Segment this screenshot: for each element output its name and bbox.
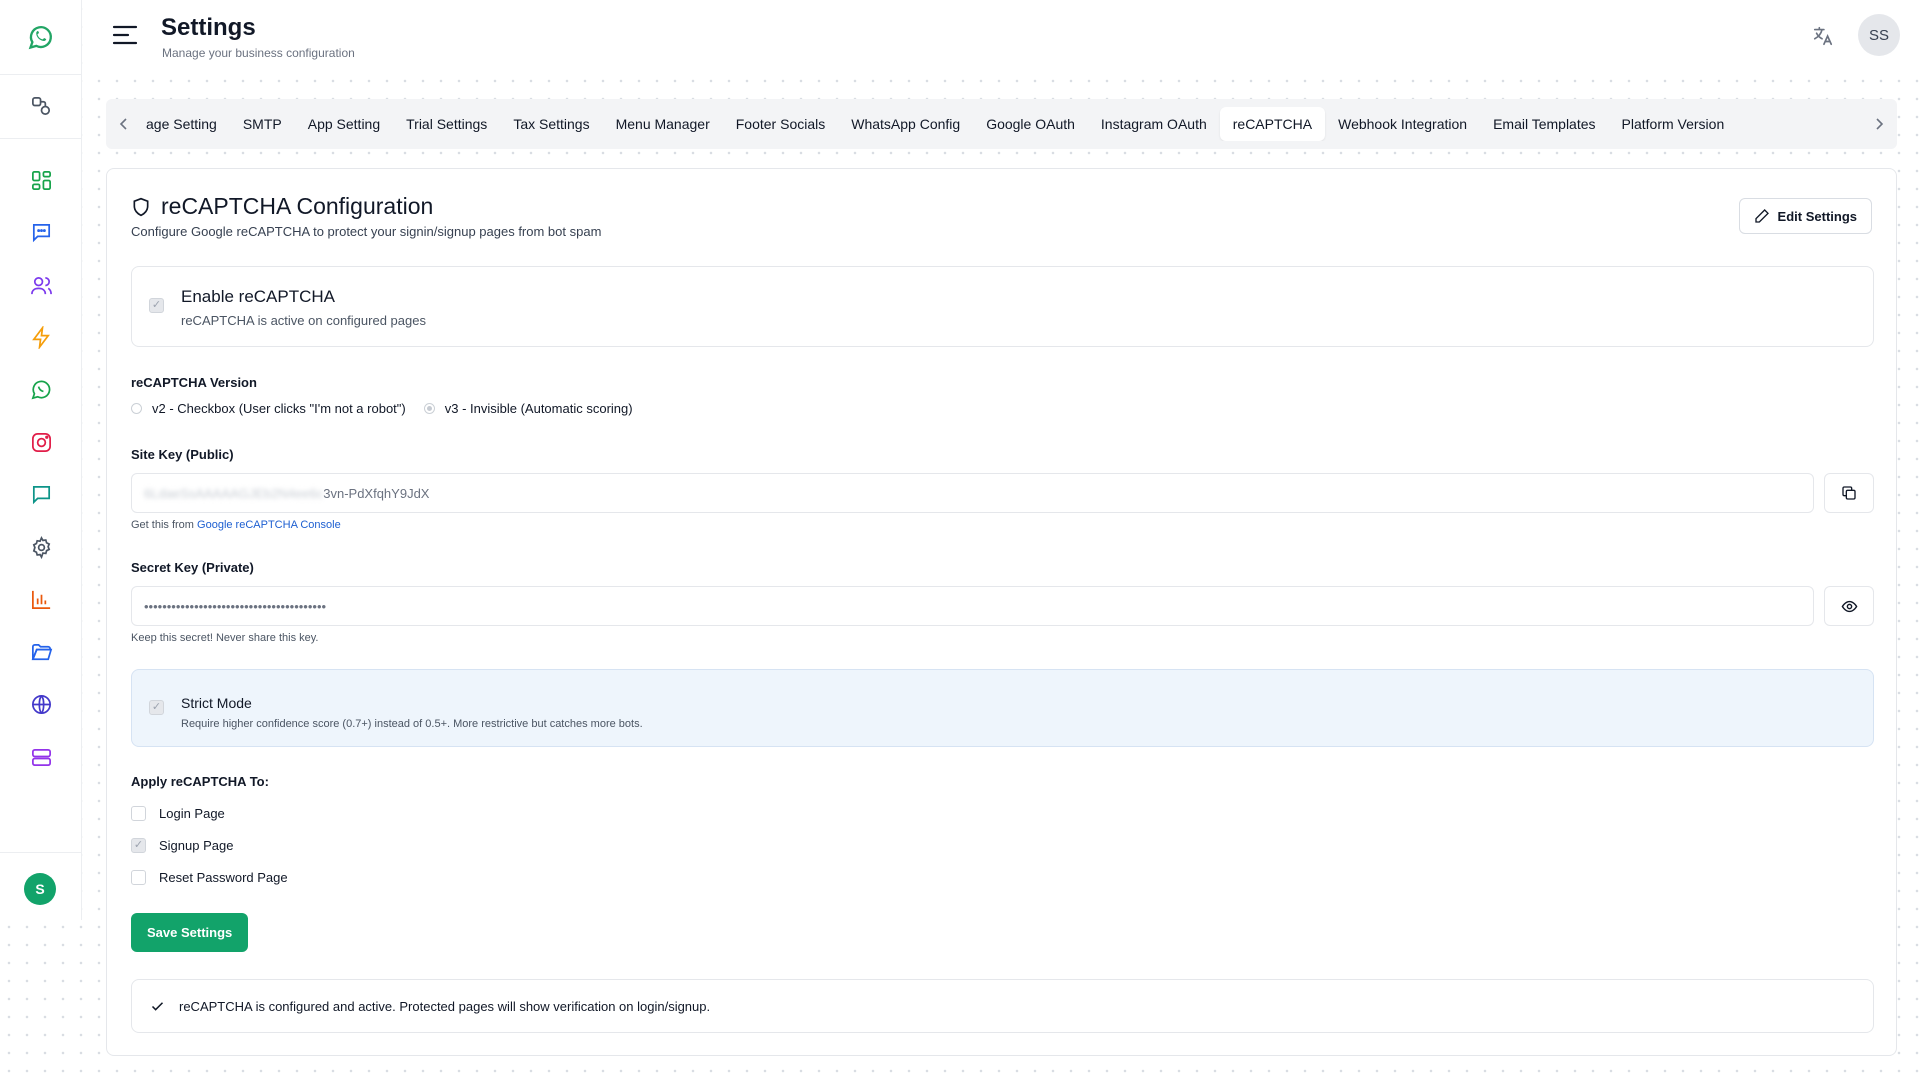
version-label: reCAPTCHA Version [131,375,257,390]
shapes-icon[interactable] [24,89,58,123]
server-icon[interactable] [24,740,58,774]
enable-description: reCAPTCHA is active on configured pages [181,313,426,328]
site-key-hint: Get this from Google reCAPTCHA Console [131,519,341,531]
lightning-icon[interactable] [24,320,58,354]
status-message: reCAPTCHA is configured and active. Prot… [179,998,711,1014]
sidebar: S [0,0,82,920]
card-description: Configure Google reCAPTCHA to protect yo… [131,224,602,239]
tab-email-templates[interactable]: Email Templates [1480,107,1608,141]
tab-tax-settings[interactable]: Tax Settings [500,107,602,141]
secret-key-hint: Keep this secret! Never share this key. [131,632,319,644]
copy-icon [1842,486,1856,500]
secret-key-value: •••••••••••••••••••••••••••••••••••••••• [144,598,327,614]
menu-icon[interactable] [111,22,139,48]
pencil-icon [1754,209,1769,223]
users-icon[interactable] [24,268,58,302]
tab-trial-settings[interactable]: Trial Settings [393,107,500,141]
tabs-scroll-left-icon[interactable] [106,99,142,149]
reset-password-checkbox[interactable] [131,870,146,885]
site-key-hint-text: Get this from [131,519,198,531]
bar-chart-icon[interactable] [24,582,58,616]
gear-icon[interactable] [24,530,58,564]
version-radio-group: v2 - Checkbox (User clicks "I'm not a ro… [131,401,633,416]
site-key-hidden: 6LdaeSsAAAAAGJEb2N4ee6c [144,485,324,501]
apply-label: Apply reCAPTCHA To: [131,774,269,789]
enable-recaptcha-box: Enable reCAPTCHA reCAPTCHA is active on … [131,266,1874,347]
card-title: reCAPTCHA Configuration [131,193,433,220]
save-settings-button[interactable]: Save Settings [131,913,249,952]
enable-title: Enable reCAPTCHA [181,287,336,306]
tabs-list: age Setting SMTP App Setting Trial Setti… [142,107,1861,141]
translate-icon[interactable] [1809,22,1837,50]
sidebar-avatar[interactable]: S [24,873,56,905]
recaptcha-card: reCAPTCHA Configuration Configure Google… [106,168,1897,1056]
tab-menu-manager[interactable]: Menu Manager [603,107,723,141]
site-key-visible: 3vn-PdXfqhY9JdX [323,485,430,501]
radio-v3[interactable] [423,403,435,414]
globe-icon[interactable] [24,687,58,721]
header: Settings Manage your business configurat… [83,0,1920,72]
tab-google-oauth[interactable]: Google OAuth [973,107,1088,141]
whatsapp-logo-icon[interactable] [24,20,58,54]
strict-mode-title: Strict Mode [181,695,252,711]
eye-icon [1841,600,1857,612]
message-icon[interactable] [24,477,58,511]
page-title: Settings [161,14,256,41]
strict-mode-checkbox[interactable] [149,700,164,715]
recaptcha-console-link[interactable]: Google reCAPTCHA Console [197,519,341,531]
tab-webhook-integration[interactable]: Webhook Integration [1325,107,1480,141]
login-page-checkbox[interactable] [131,806,146,821]
reset-password-label: Reset Password Page [159,870,288,885]
card-title-text: reCAPTCHA Configuration [161,193,434,219]
site-key-input[interactable]: 6LdaeSsAAAAAGJEb2N4ee6c 3vn-PdXfqhY9JdX [131,473,1814,513]
shield-icon [133,197,149,216]
apply-item-reset-password: Reset Password Page [131,870,288,885]
strict-mode-description: Require higher confidence score (0.7+) i… [181,718,643,730]
tab-recaptcha[interactable]: reCAPTCHA [1219,107,1326,141]
secret-key-label: Secret Key (Private) [131,560,254,575]
radio-v2-label: v2 - Checkbox (User clicks "I'm not a ro… [152,401,406,416]
signup-page-label: Signup Page [159,838,234,853]
radio-v2[interactable] [131,403,142,414]
secret-key-input[interactable]: •••••••••••••••••••••••••••••••••••••••• [131,586,1814,626]
status-message-box: reCAPTCHA is configured and active. Prot… [131,979,1874,1033]
tab-app-setting[interactable]: App Setting [295,107,393,141]
tab-footer-socials[interactable]: Footer Socials [723,107,838,141]
apply-item-login: Login Page [131,806,225,821]
signup-page-checkbox[interactable] [131,838,146,853]
edit-settings-label: Edit Settings [1777,208,1857,224]
dashboard-icon[interactable] [24,163,58,197]
tab-instagram-oauth[interactable]: Instagram OAuth [1088,107,1220,141]
apply-item-signup: Signup Page [131,838,233,853]
check-icon [151,1001,164,1011]
edit-settings-button[interactable]: Edit Settings [1738,198,1872,234]
tabs-scroll-right-icon[interactable] [1861,99,1897,149]
instagram-icon[interactable] [24,425,58,459]
radio-v3-label: v3 - Invisible (Automatic scoring) [444,401,633,416]
login-page-label: Login Page [159,806,225,821]
tab-smtp[interactable]: SMTP [230,107,295,141]
copy-site-key-button[interactable] [1824,473,1874,513]
user-avatar[interactable]: SS [1858,14,1900,56]
tab-platform-version[interactable]: Platform Version [1609,107,1738,141]
settings-tabs: age Setting SMTP App Setting Trial Setti… [106,99,1897,149]
whatsapp-icon[interactable] [24,372,58,406]
page-subtitle: Manage your business configuration [162,46,355,60]
enable-recaptcha-checkbox[interactable] [149,298,164,313]
folder-icon[interactable] [24,635,58,669]
tab-page-setting[interactable]: age Setting [142,107,230,141]
site-key-label: Site Key (Public) [131,447,234,462]
toggle-secret-visibility-button[interactable] [1824,586,1874,626]
strict-mode-box: Strict Mode Require higher confidence sc… [131,669,1874,747]
tab-whatsapp-config[interactable]: WhatsApp Config [838,107,973,141]
chat-icon[interactable] [24,215,58,249]
